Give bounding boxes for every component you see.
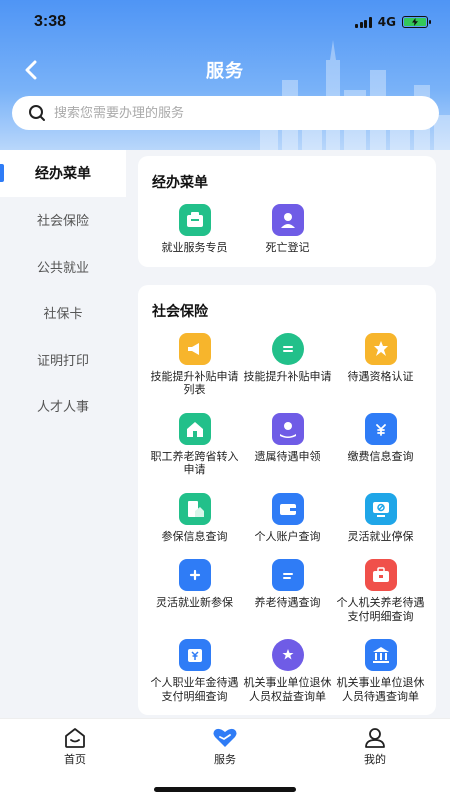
service-label: 灵活就业新参保 [156,596,233,609]
monitor-stop-icon [364,492,397,525]
service-gov-pension-details[interactable]: 个人机关养老待遇支付明细查询 [334,559,427,623]
service-flexible-enroll[interactable]: 灵活就业新参保 [148,559,241,623]
category-sidebar: 经办菜单 社会保险 公共就业 社保卡 证明打印 人才人事 [0,150,126,720]
search-icon [29,105,45,121]
user-icon [365,728,385,748]
service-annuity-details[interactable]: 个人职业年金待遇支付明细查询 [148,639,241,703]
sidebar-item-public-employment[interactable]: 公共就业 [0,243,126,290]
battery-icon [402,16,431,28]
shield-star-icon [271,639,304,671]
service-flexible-stop[interactable]: 灵活就业停保 [334,492,427,544]
employment-officer-icon [178,204,211,236]
house-plus-icon [178,559,211,591]
house-transfer-icon [178,412,211,445]
hand-care-icon [271,412,304,445]
tab-label: 我的 [364,753,386,766]
service-label: 就业服务专员 [161,241,228,254]
section-card-social-insurance: 社会保险 技能提升补贴申请列表 技能提升补贴申请 待遇资格认证 职工养老跨省转入… [138,284,436,715]
service-label: 待遇资格认证 [347,369,414,383]
network-label: 4G [377,15,396,29]
service-label: 个人职业年金待遇支付明细查询 [150,676,239,703]
sidebar-item-social-insurance[interactable]: 社会保险 [0,197,126,244]
service-label: 参保信息查询 [161,529,228,543]
building-doc-icon [178,492,211,525]
navigation-bar: 服务 [0,50,450,90]
yuan-house-icon [364,412,397,445]
service-payment-query[interactable]: 缴费信息查询 [334,412,427,477]
heart-service-icon [213,728,237,747]
chat-icon [271,332,304,365]
service-skill-subsidy-list[interactable]: 技能提升补贴申请列表 [148,332,241,397]
sidebar-item-label: 社保卡 [43,307,83,323]
home-indicator [154,787,296,792]
service-label: 个人账户查询 [254,529,321,543]
status-time: 3:38 [34,13,67,30]
service-retiree-rights[interactable]: 机关事业单位退休人员权益查询单 [241,639,334,703]
sidebar-item-certificate-print[interactable]: 证明打印 [0,336,126,383]
status-bar: 3:38 4G [0,0,450,44]
service-label: 职工养老跨省转入申请 [150,449,239,477]
megaphone-icon [178,332,211,365]
bank-icon [364,639,397,671]
section-card-handling-menu: 经办菜单 就业服务专员 死亡登记 [138,156,436,267]
tab-mine[interactable]: 我的 [325,727,425,800]
home-icon [65,728,85,748]
back-button[interactable] [16,55,46,85]
tab-home[interactable]: 首页 [25,727,125,800]
briefcase-icon [364,559,397,591]
chevron-left-icon [25,60,37,80]
wallet-icon [271,492,304,525]
service-employment-officer[interactable]: 就业服务专员 [148,204,241,255]
sidebar-item-label: 证明打印 [36,353,89,369]
service-label: 缴费信息查询 [347,449,414,463]
sidebar-item-label: 社会保险 [36,214,89,230]
service-label: 死亡登记 [265,241,310,254]
sidebar-item-handling-menu[interactable]: 经办菜单 [0,150,126,197]
service-label: 个人机关养老待遇支付明细查询 [336,596,425,623]
section-title: 经办菜单 [152,175,208,191]
tab-label: 首页 [64,753,86,766]
sidebar-item-talent-hr[interactable]: 人才人事 [0,383,126,430]
service-pension-query[interactable]: 养老待遇查询 [241,559,334,623]
certificate-icon [364,332,397,365]
tab-label: 服务 [214,753,236,766]
document-icon [271,559,304,591]
service-retiree-benefits[interactable]: 机关事业单位退休人员待遇查询单 [334,639,427,703]
sidebar-item-label: 公共就业 [36,260,89,276]
yuan-box-icon [178,639,211,671]
service-label: 技能提升补贴申请列表 [150,369,239,397]
service-label: 遗属待遇申领 [254,449,321,463]
service-survivor-benefits[interactable]: 遗属待遇申领 [241,412,334,477]
status-indicators: 4G [355,15,431,29]
sidebar-item-social-security-card[interactable]: 社保卡 [0,290,126,337]
death-registration-icon [271,204,304,236]
service-label: 机关事业单位退休人员待遇查询单 [336,676,425,703]
service-label: 灵活就业停保 [347,529,414,543]
service-label: 机关事业单位退休人员权益查询单 [243,676,332,703]
sidebar-item-label: 经办菜单 [35,166,91,183]
service-enrollment-query[interactable]: 参保信息查询 [148,492,241,544]
sidebar-item-label: 人才人事 [36,400,89,416]
search-bar[interactable] [12,96,439,130]
service-pension-transfer[interactable]: 职工养老跨省转入申请 [148,412,241,477]
city-skyline-decoration [260,40,450,150]
service-label: 养老待遇查询 [254,596,321,609]
service-personal-account[interactable]: 个人账户查询 [241,492,334,544]
page-title: 服务 [206,61,244,82]
service-qualification-cert[interactable]: 待遇资格认证 [334,332,427,397]
service-death-registration[interactable]: 死亡登记 [241,204,334,255]
service-content: 经办菜单 就业服务专员 死亡登记 社会保险 技能提升补贴申请列表 技能提升补贴申… [138,156,436,720]
service-skill-subsidy-apply[interactable]: 技能提升补贴申请 [241,332,334,397]
section-title: 社会保险 [152,303,208,320]
search-input[interactable] [54,105,394,121]
signal-icon [355,16,372,28]
service-label: 技能提升补贴申请 [243,369,332,383]
